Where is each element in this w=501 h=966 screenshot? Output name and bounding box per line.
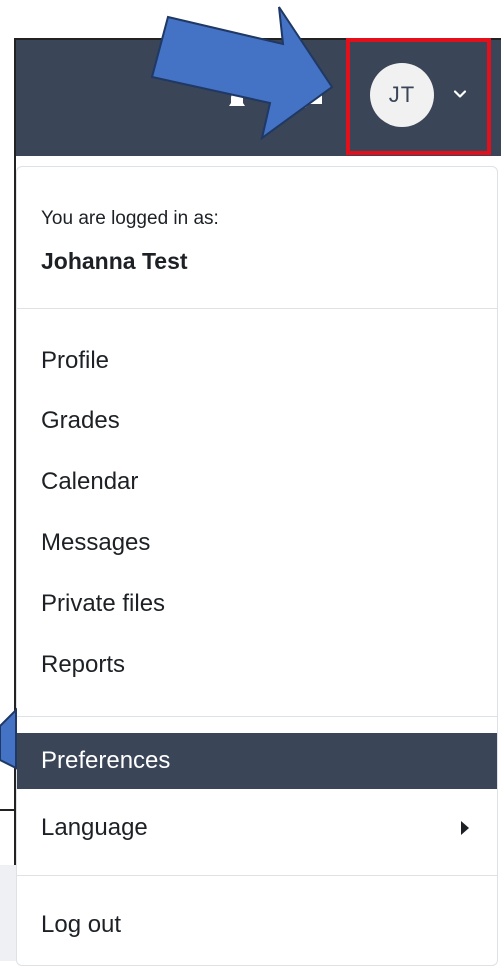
avatar[interactable]: JT: [370, 63, 434, 127]
background-shape: [0, 865, 16, 961]
user-dropdown-menu: You are logged in as: Johanna Test Profi…: [16, 166, 498, 966]
menu-item-preferences[interactable]: Preferences: [17, 733, 497, 789]
menu-item-calendar[interactable]: Calendar: [17, 454, 497, 510]
avatar-initials: JT: [388, 82, 416, 107]
menu-divider: [17, 716, 497, 717]
chevron-down-icon[interactable]: [452, 86, 468, 102]
messages-chat-icon[interactable]: [302, 90, 324, 110]
menu-item-log-out[interactable]: Log out: [17, 897, 497, 953]
logged-in-label: You are logged in as:: [41, 208, 219, 229]
menu-item-language-label: Language: [41, 814, 148, 841]
menu-item-grades[interactable]: Grades: [17, 393, 497, 449]
logged-in-info: You are logged in as: Johanna Test: [17, 167, 497, 308]
logged-in-user-name: Johanna Test: [41, 248, 188, 274]
menu-item-language[interactable]: Language: [17, 800, 497, 856]
menu-item-reports[interactable]: Reports: [17, 637, 497, 693]
menu-item-profile[interactable]: Profile: [17, 333, 497, 389]
caret-right-icon: [461, 821, 469, 835]
background-rule: [0, 809, 16, 811]
menu-item-private-files[interactable]: Private files: [17, 576, 497, 632]
menu-item-messages[interactable]: Messages: [17, 515, 497, 571]
menu-divider: [17, 875, 497, 876]
notification-bell-icon[interactable]: [226, 90, 248, 110]
user-menu-toggle[interactable]: JT: [346, 38, 491, 155]
menu-divider: [17, 308, 497, 309]
